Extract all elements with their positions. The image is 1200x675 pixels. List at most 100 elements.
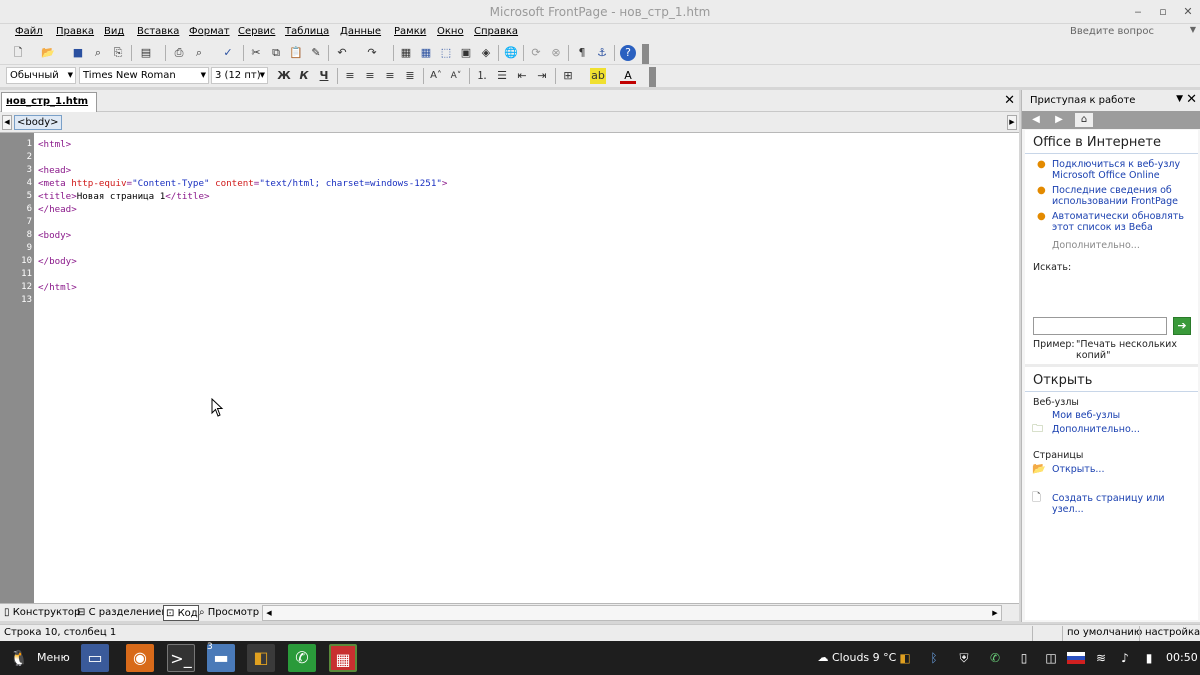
- save-icon[interactable]: ■: [70, 45, 86, 61]
- close-icon[interactable]: ✕: [1180, 4, 1196, 20]
- preview-icon[interactable]: ⌕: [191, 45, 207, 61]
- horizontal-scrollbar[interactable]: ◀ ▶: [262, 605, 1002, 621]
- anchor-icon[interactable]: ⚓: [594, 45, 610, 61]
- publish-icon[interactable]: ⎘: [110, 45, 126, 61]
- new-page-icon[interactable]: 🗋: [10, 45, 26, 61]
- whatsapp-tray-icon[interactable]: ✆: [986, 650, 1004, 666]
- battery-icon[interactable]: ▮: [1140, 650, 1158, 666]
- search-go-button[interactable]: ➔: [1173, 317, 1191, 335]
- insert-table-icon[interactable]: ▦: [418, 45, 434, 61]
- app-tray-icon[interactable]: ◧: [896, 650, 914, 666]
- undo-icon[interactable]: ↶: [334, 45, 350, 61]
- my-websites-link[interactable]: Мои веб-узлы: [1052, 410, 1192, 421]
- format-painter-icon[interactable]: ✎: [308, 45, 324, 61]
- chevron-down-icon[interactable]: ▼: [1176, 94, 1183, 104]
- justify-icon[interactable]: ≣: [402, 68, 418, 84]
- search-icon[interactable]: ⌕: [90, 45, 106, 61]
- refresh-icon[interactable]: ⟳: [528, 45, 544, 61]
- print-icon[interactable]: ⎙: [171, 45, 187, 61]
- status-default[interactable]: по умолчанию: [1067, 627, 1142, 638]
- wifi-icon[interactable]: ≋: [1092, 650, 1110, 666]
- close-icon[interactable]: ✕: [1004, 93, 1015, 108]
- frontpage-icon[interactable]: ▦: [329, 644, 357, 672]
- scroll-right-icon[interactable]: ▶: [1007, 115, 1017, 130]
- paste-icon[interactable]: 📋: [288, 45, 304, 61]
- app-icon[interactable]: ◧: [247, 644, 275, 672]
- hyperlink-icon[interactable]: 🌐: [503, 45, 519, 61]
- font-color-icon[interactable]: A: [620, 68, 636, 84]
- scroll-right-icon[interactable]: ▶: [989, 606, 1001, 620]
- copy-icon[interactable]: ⧉: [268, 45, 284, 61]
- search-input[interactable]: [1033, 317, 1167, 335]
- tab-code[interactable]: ⊡ Код: [163, 605, 199, 621]
- shrink-font-button[interactable]: A˅: [448, 68, 464, 84]
- menu-tools[interactable]: Сервис: [238, 26, 275, 37]
- create-page-link[interactable]: Создать страницу или узел...: [1052, 493, 1192, 515]
- align-right-icon[interactable]: ≡: [382, 68, 398, 84]
- bulleted-list-icon[interactable]: ☰: [494, 68, 510, 84]
- spelling-icon[interactable]: ✓: [220, 45, 236, 61]
- menu-button[interactable]: Меню: [37, 651, 70, 664]
- menu-table[interactable]: Таблица: [285, 26, 329, 37]
- show-formatting-icon[interactable]: ¶: [574, 45, 590, 61]
- tag-body[interactable]: <body>: [14, 115, 62, 130]
- websites-more-link[interactable]: Дополнительно...: [1052, 424, 1192, 435]
- terminal-icon[interactable]: >_: [167, 644, 195, 672]
- clock[interactable]: 00:50: [1166, 651, 1198, 664]
- code-editor[interactable]: 1 2 3 4 5 6 7 8 9 10 11 12 13 <html> <he…: [0, 133, 1019, 603]
- insert-picture-icon[interactable]: ▣: [458, 45, 474, 61]
- menu-help[interactable]: Справка: [474, 26, 518, 37]
- insert-layer-icon[interactable]: ⬚: [438, 45, 454, 61]
- shield-icon[interactable]: ⛨: [955, 650, 973, 666]
- link-office-online[interactable]: Подключиться к веб-узлу Microsoft Office…: [1052, 159, 1192, 181]
- language-flag-icon[interactable]: [1067, 652, 1085, 664]
- italic-button[interactable]: К: [296, 68, 312, 84]
- menu-file[interactable]: Файл: [15, 26, 43, 37]
- underline-button[interactable]: Ч: [316, 68, 332, 84]
- update-icon[interactable]: ◫: [1042, 650, 1060, 666]
- weather-text[interactable]: Clouds 9 °C: [832, 651, 896, 664]
- align-center-icon[interactable]: ≡: [362, 68, 378, 84]
- decrease-indent-icon[interactable]: ⇤: [514, 68, 530, 84]
- menu-window[interactable]: Окно: [437, 26, 464, 37]
- redo-icon[interactable]: ↷: [364, 45, 380, 61]
- forward-icon[interactable]: ▶: [1050, 113, 1068, 127]
- volume-icon[interactable]: ♪: [1116, 650, 1134, 666]
- cut-icon[interactable]: ✂: [248, 45, 264, 61]
- home-icon[interactable]: ⌂: [1075, 113, 1093, 127]
- clipboard-icon[interactable]: ▯: [1015, 650, 1033, 666]
- font-dropdown[interactable]: Times New Roman ▼: [79, 67, 209, 84]
- increase-indent-icon[interactable]: ⇥: [534, 68, 550, 84]
- font-size-dropdown[interactable]: 3 (12 пт) ▼: [211, 67, 268, 84]
- menu-edit[interactable]: Правка: [56, 26, 94, 37]
- numbered-list-icon[interactable]: ⒈: [474, 68, 490, 84]
- whatsapp-icon[interactable]: ✆: [288, 644, 316, 672]
- tab-document[interactable]: нов_стр_1.htm: [1, 92, 97, 112]
- folder-list-icon[interactable]: ▤: [138, 45, 154, 61]
- open-link[interactable]: Открыть...: [1052, 464, 1192, 475]
- web-component-icon[interactable]: ▦: [398, 45, 414, 61]
- menu-format[interactable]: Формат: [189, 26, 230, 37]
- tux-icon[interactable]: 🐧: [6, 644, 32, 672]
- show-desktop-icon[interactable]: ▭: [81, 644, 109, 672]
- menu-frames[interactable]: Рамки: [394, 26, 426, 37]
- open-icon[interactable]: 📂: [40, 45, 56, 61]
- help-icon[interactable]: ?: [620, 45, 636, 61]
- bluetooth-icon[interactable]: ᛒ: [925, 650, 943, 666]
- bold-button[interactable]: Ж: [276, 68, 292, 84]
- scroll-left-icon[interactable]: ◀: [2, 115, 12, 130]
- maximize-icon[interactable]: ▫: [1155, 4, 1171, 20]
- align-left-icon[interactable]: ≡: [342, 68, 358, 84]
- tab-preview[interactable]: ⌕ Просмотр: [197, 605, 259, 621]
- more-link[interactable]: Дополнительно...: [1052, 240, 1140, 251]
- link-auto-update[interactable]: Автоматически обновлять этот список из В…: [1052, 211, 1192, 233]
- highlight-icon[interactable]: ab: [590, 68, 606, 84]
- menu-data[interactable]: Данные: [340, 26, 381, 37]
- ask-question-input[interactable]: Введите вопрос ▼: [1068, 25, 1198, 41]
- style-dropdown[interactable]: Обычный ▼: [6, 67, 76, 84]
- menu-view[interactable]: Вид: [104, 26, 124, 37]
- minimize-icon[interactable]: ‒: [1130, 4, 1146, 20]
- link-latest-news[interactable]: Последние сведения об использовании Fron…: [1052, 185, 1192, 207]
- close-icon[interactable]: ✕: [1186, 92, 1197, 107]
- tab-split[interactable]: ⊟ С разделением: [75, 605, 169, 621]
